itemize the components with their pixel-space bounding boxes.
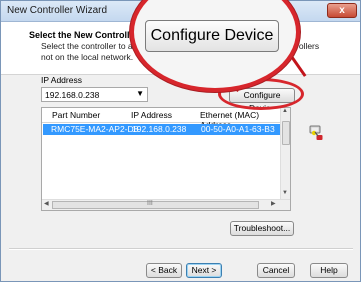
close-button[interactable]: x [327, 3, 357, 18]
window-title: New Controller Wizard [7, 5, 108, 16]
cell-part-number: RMC75E-MA2-AP2-D8 [51, 124, 139, 134]
ip-address-label: IP Address [41, 75, 82, 85]
dropdown-arrow-icon[interactable]: ▼ [136, 89, 144, 98]
configure-device-zoomed-button: Configure Device [145, 20, 279, 52]
col-ip-address[interactable]: IP Address [131, 110, 172, 120]
network-plug-icon [309, 125, 323, 140]
list-item[interactable]: RMC75E-MA2-AP2-D8 192.168.0.238 00-50-A0… [43, 124, 281, 135]
scroll-right-icon[interactable]: ▶ [271, 200, 276, 207]
page-subtitle-line1: Select the controller to add [41, 41, 143, 51]
horizontal-scrollbar[interactable]: ◀ III ▶ [42, 199, 290, 210]
vertical-scrollbar[interactable]: ▲ ▼ [280, 108, 290, 200]
scroll-grip: III [147, 200, 153, 207]
next-button[interactable]: Next > [186, 263, 222, 278]
footer-divider [9, 248, 353, 250]
help-button[interactable]: Help [310, 263, 348, 278]
cancel-button[interactable]: Cancel [257, 263, 295, 278]
ip-address-combo[interactable]: 192.168.0.238 ▼ [41, 87, 148, 102]
cell-mac-address: 00-50-A0-A1-63-B3 [201, 124, 275, 134]
troubleshoot-button[interactable]: Troubleshoot... [230, 221, 294, 236]
horizontal-scroll-thumb[interactable] [52, 201, 259, 209]
close-icon: x [339, 5, 345, 16]
ip-address-value: 192.168.0.238 [45, 90, 100, 100]
scroll-left-icon[interactable]: ◀ [44, 200, 49, 207]
col-part-number[interactable]: Part Number [52, 110, 100, 120]
list-header: Part Number IP Address Ethernet (MAC) Ad… [42, 108, 282, 130]
scroll-down-icon[interactable]: ▼ [282, 190, 288, 196]
vertical-scroll-thumb[interactable] [282, 121, 290, 145]
page-subtitle-line2: not on the local network. [41, 52, 134, 62]
scroll-up-icon[interactable]: ▲ [282, 108, 288, 114]
controller-list[interactable]: Part Number IP Address Ethernet (MAC) Ad… [41, 107, 291, 211]
back-button[interactable]: < Back [146, 263, 182, 278]
page-title: Select the New Controller [29, 30, 139, 40]
cell-ip-address: 192.168.0.238 [132, 124, 187, 134]
page-subtitle-right: rollers [296, 41, 320, 51]
